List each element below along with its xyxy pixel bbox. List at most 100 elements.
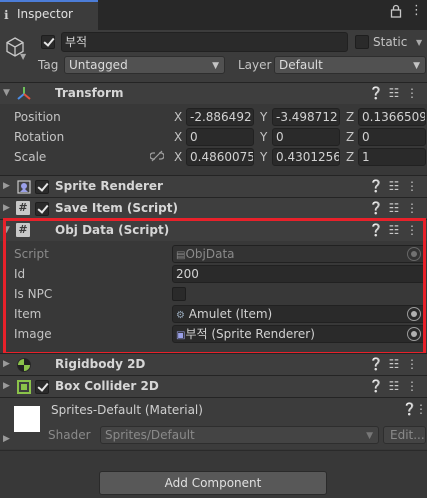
- shader-edit-label: Edit...: [390, 428, 425, 442]
- transform-title: Transform: [55, 86, 124, 100]
- axis-y-label[interactable]: Y: [260, 130, 267, 144]
- material-section: Sprites-Default (Material) ❔ ⋮ ▶ Shader …: [0, 397, 427, 449]
- help-icon[interactable]: ❔: [367, 357, 385, 371]
- rigidbody-icon: [16, 357, 32, 376]
- sprite-renderer-enabled-toggle[interactable]: [35, 180, 49, 194]
- presets-icon[interactable]: ☷: [385, 86, 403, 100]
- constrain-proportions-icon[interactable]: [149, 150, 165, 165]
- position-label: Position: [14, 110, 61, 124]
- help-icon[interactable]: ❔: [367, 179, 385, 193]
- gameobject-header: ▼ 부적 Static ▼ Tag Untagged ▼ Layer Defaul…: [0, 30, 427, 82]
- foldout-expanded-icon[interactable]: ▼: [3, 88, 10, 98]
- scale-x-field[interactable]: 0.4860075: [186, 148, 254, 166]
- component-header-icons: ❔ ☷ ⋮: [367, 379, 421, 393]
- footer-area: Add Component: [0, 450, 427, 498]
- kebab-menu-icon[interactable]: ⋮: [403, 379, 421, 393]
- static-label: Static: [373, 35, 408, 49]
- layer-label: Layer: [238, 58, 272, 72]
- box-collider-icon: [16, 379, 32, 398]
- transform-header[interactable]: ▼ Transform ❔ ☷ ⋮: [0, 82, 427, 104]
- add-component-button[interactable]: Add Component: [99, 471, 327, 495]
- position-y-field[interactable]: -3.498712: [272, 108, 340, 126]
- axis-y-label[interactable]: Y: [260, 150, 267, 164]
- foldout-collapsed-icon[interactable]: ▶: [3, 181, 10, 191]
- shader-label: Shader: [48, 428, 91, 442]
- sprite-renderer-header[interactable]: ▶ Sprite Renderer ❔ ☷ ⋮: [0, 175, 427, 197]
- transform-body: Position X -2.886492 Y -3.498712 Z 0.136…: [0, 104, 427, 170]
- position-x-field[interactable]: -2.886492: [186, 108, 254, 126]
- chevron-down-icon: ▼: [212, 61, 219, 71]
- presets-icon[interactable]: ☷: [385, 201, 403, 215]
- tag-dropdown[interactable]: Untagged ▼: [64, 56, 225, 74]
- shader-dropdown-value: Sprites/Default: [105, 428, 195, 442]
- presets-icon[interactable]: ☷: [385, 179, 403, 193]
- save-item-enabled-toggle[interactable]: [35, 202, 49, 216]
- shader-edit-button[interactable]: Edit...: [383, 426, 426, 444]
- rotation-y-field[interactable]: 0: [272, 128, 340, 146]
- component-header-icons: ❔ ☷ ⋮: [367, 357, 421, 371]
- sprite-renderer-icon: [16, 179, 32, 198]
- static-dropdown-caret[interactable]: ▼: [416, 38, 422, 47]
- layer-dropdown-value: Default: [279, 58, 323, 72]
- axis-z-label[interactable]: Z: [346, 130, 354, 144]
- tag-label: Tag: [38, 58, 59, 72]
- axis-z-label[interactable]: Z: [346, 150, 354, 164]
- kebab-menu-icon[interactable]: ⋮: [415, 402, 427, 416]
- box-collider-enabled-toggle[interactable]: [35, 380, 49, 394]
- static-checkbox[interactable]: [355, 35, 369, 49]
- gameobject-name-field[interactable]: 부적: [61, 32, 348, 52]
- layer-dropdown[interactable]: Default ▼: [274, 56, 426, 74]
- foldout-collapsed-icon[interactable]: ▶: [3, 434, 10, 444]
- help-icon[interactable]: ❔: [367, 86, 385, 100]
- save-item-title: Save Item (Script): [55, 201, 178, 215]
- help-icon[interactable]: ❔: [367, 379, 385, 393]
- lock-icon[interactable]: [390, 4, 404, 20]
- scale-label: Scale: [14, 150, 47, 164]
- box-collider2d-title: Box Collider 2D: [55, 379, 159, 393]
- rigidbody2d-header[interactable]: ▶ Rigidbody 2D ❔ ☷ ⋮: [0, 353, 427, 375]
- material-title: Sprites-Default (Material): [51, 403, 203, 417]
- axis-y-label[interactable]: Y: [260, 110, 267, 124]
- rotation-label: Rotation: [14, 130, 65, 144]
- axis-x-label[interactable]: X: [174, 150, 182, 164]
- scale-y-field[interactable]: 0.4301256: [272, 148, 340, 166]
- axis-z-label[interactable]: Z: [346, 110, 354, 124]
- foldout-collapsed-icon[interactable]: ▶: [3, 203, 10, 213]
- component-header-icons: ❔ ☷ ⋮: [367, 179, 421, 193]
- shader-dropdown[interactable]: Sprites/Default ▼: [100, 426, 379, 444]
- kebab-menu-icon[interactable]: ⋮: [403, 179, 421, 193]
- component-header-icons: ❔ ☷ ⋮: [367, 201, 421, 215]
- kebab-menu-icon[interactable]: ⋮: [403, 86, 421, 100]
- kebab-menu-icon[interactable]: ⋮: [403, 201, 421, 215]
- axis-x-label[interactable]: X: [174, 110, 182, 124]
- save-item-header[interactable]: ▶ # Save Item (Script) ❔ ☷ ⋮: [0, 197, 427, 219]
- box-collider2d-header[interactable]: ▶ Box Collider 2D ❔ ☷ ⋮: [0, 375, 427, 397]
- rotation-x-field[interactable]: 0: [186, 128, 254, 146]
- info-icon: ℹ: [4, 8, 9, 22]
- chevron-down-icon: ▼: [413, 61, 420, 71]
- inspector-tab[interactable]: ℹ Inspector: [0, 0, 98, 30]
- kebab-menu-icon[interactable]: ⋮: [410, 3, 423, 18]
- presets-icon[interactable]: ☷: [385, 379, 403, 393]
- rigidbody2d-title: Rigidbody 2D: [55, 357, 146, 371]
- foldout-collapsed-icon[interactable]: ▶: [3, 381, 10, 391]
- script-hash-icon: #: [16, 201, 30, 215]
- kebab-menu-icon[interactable]: ⋮: [403, 357, 421, 371]
- component-header-icons: ❔ ☷ ⋮: [367, 86, 421, 100]
- icon-dropdown-caret[interactable]: ▼: [20, 52, 26, 61]
- help-icon[interactable]: ❔: [367, 201, 385, 215]
- rotation-z-field[interactable]: 0: [358, 128, 426, 146]
- transform-icon: [16, 86, 32, 105]
- presets-icon[interactable]: ☷: [385, 357, 403, 371]
- foldout-collapsed-icon[interactable]: ▶: [3, 359, 10, 369]
- tag-dropdown-value: Untagged: [69, 58, 128, 72]
- position-z-field[interactable]: 0.1366509: [358, 108, 426, 126]
- inspector-tab-bar: ℹ Inspector ⋮: [0, 0, 427, 30]
- scale-z-field[interactable]: 1: [358, 148, 426, 166]
- add-component-label: Add Component: [164, 476, 262, 490]
- sprite-renderer-title: Sprite Renderer: [55, 179, 163, 193]
- gameobject-active-toggle[interactable]: [41, 35, 55, 49]
- chevron-down-icon: ▼: [366, 431, 373, 441]
- highlight-outline: [3, 218, 426, 355]
- axis-x-label[interactable]: X: [174, 130, 182, 144]
